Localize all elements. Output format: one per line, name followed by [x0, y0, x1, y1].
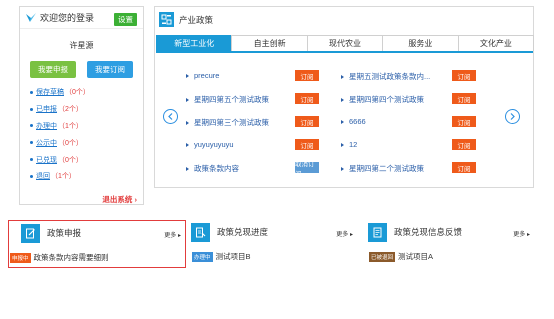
card-item[interactable]: 申报中 政策条款内容需要细则: [10, 252, 109, 263]
policy-item[interactable]: precure: [186, 71, 219, 80]
policy-apply-card: 政策申报 更多 ▸ 申报中 政策条款内容需要细则: [8, 220, 186, 268]
status-badge: 申报中: [10, 252, 31, 263]
apply-button[interactable]: 我要申报: [30, 61, 76, 78]
policy-progress-card: 政策兑现进度 更多 ▸ 办理中 测试项目B: [191, 220, 357, 268]
card-title: 政策申报: [47, 228, 82, 238]
bullet-icon: [30, 141, 33, 145]
login-panel: 欢迎您的登录 设置 许星源 我要申报 我要订阅 保存草稿 （0个） 已申报 （2个）…: [19, 6, 144, 205]
policy-item[interactable]: 6666: [341, 117, 366, 126]
card-header: 政策兑现信息反馈: [368, 220, 534, 244]
triangle-bullet-icon: [186, 142, 189, 147]
policy-panel: 产业政策 新型工业化 自主创新 现代农业 服务业 文化产业 precure 订阅…: [154, 6, 535, 188]
policy-item[interactable]: 星期五测试政策条款内...: [341, 71, 430, 82]
tab-cultural-industry[interactable]: 文化产业: [457, 35, 535, 51]
next-arrow-icon[interactable]: [505, 109, 520, 124]
policy-item[interactable]: 星期四第三个测试政策: [186, 117, 269, 128]
status-item-publicizing[interactable]: 公示中 （0个）: [30, 134, 90, 151]
card-title: 政策兑现进度: [217, 227, 269, 237]
card-item-text: 政策条款内容需要细则: [33, 253, 109, 262]
tab-new-industrialization[interactable]: 新型工业化: [156, 35, 233, 51]
login-title: 欢迎您的登录: [40, 13, 95, 23]
edit-document-icon: [21, 223, 40, 243]
bullet-icon: [30, 174, 33, 178]
more-link[interactable]: 更多 ▸: [164, 230, 181, 239]
policy-item[interactable]: 政策条款内容: [186, 163, 239, 174]
policy-item[interactable]: yuyuyuyuyu: [186, 140, 234, 149]
settings-button[interactable]: 设置: [114, 13, 137, 26]
policy-title: 产业政策: [179, 14, 214, 25]
subscribe-tag[interactable]: 订阅: [452, 70, 476, 81]
tab-service-industry[interactable]: 服务业: [382, 35, 459, 51]
logout-link[interactable]: 退出系统 ›: [102, 194, 137, 205]
policy-item[interactable]: 星期四第五个测试政策: [186, 94, 269, 105]
progress-document-icon: [191, 222, 210, 242]
policy-header: 产业政策: [155, 7, 533, 32]
triangle-bullet-icon: [186, 73, 189, 78]
status-item-returned[interactable]: 退回 （1个）: [30, 168, 90, 185]
triangle-bullet-icon: [186, 166, 189, 171]
card-item-text: 测试项目A: [398, 252, 434, 261]
triangle-bullet-icon: [341, 166, 344, 171]
policy-item[interactable]: 12: [341, 140, 357, 149]
chevron-right-icon: ›: [134, 195, 138, 204]
card-header: 政策兑现进度: [191, 220, 357, 244]
triangle-bullet-icon: [186, 120, 189, 125]
card-item[interactable]: 办理中 测试项目B: [192, 251, 251, 262]
card-item-text: 测试项目B: [215, 252, 251, 261]
subscribe-tag[interactable]: 订阅: [452, 139, 476, 150]
status-list: 保存草稿 （0个） 已申报 （2个） 办理中 （1个） 公示中 （0个） 已兑现 （0个）…: [30, 84, 90, 185]
card-title: 政策兑现信息反馈: [394, 227, 463, 237]
triangle-bullet-icon: [341, 142, 344, 147]
triangle-bullet-icon: [341, 74, 344, 79]
subscribe-tag[interactable]: 订阅: [452, 162, 476, 173]
subscribe-tag[interactable]: 订阅: [295, 70, 319, 81]
card-item[interactable]: 已被退回 测试项目A: [369, 251, 433, 262]
bullet-icon: [30, 158, 33, 162]
logo-icon: [26, 12, 36, 22]
chevron-right-icon: ▸: [349, 232, 353, 238]
triangle-bullet-icon: [186, 97, 189, 102]
status-item-declared[interactable]: 已申报 （2个）: [30, 101, 90, 118]
policy-item[interactable]: 星期四第二个测试政策: [341, 163, 424, 174]
tab-independent-innovation[interactable]: 自主创新: [231, 35, 308, 51]
subscribe-tag[interactable]: 订阅: [295, 116, 319, 127]
policy-feedback-card: 政策兑现信息反馈 更多 ▸ 已被退回 测试项目A: [368, 220, 534, 268]
triangle-bullet-icon: [341, 97, 344, 102]
tab-modern-agriculture[interactable]: 现代农业: [306, 35, 384, 51]
more-link[interactable]: 更多 ▸: [513, 229, 530, 238]
bullet-icon: [30, 107, 33, 111]
subscribe-tag[interactable]: 订阅: [295, 139, 319, 150]
chevron-right-icon: ▸: [177, 233, 181, 239]
status-item-draft[interactable]: 保存草稿 （0个）: [30, 84, 90, 101]
status-badge: 已被退回: [369, 251, 396, 262]
bullet-icon: [30, 90, 33, 94]
feedback-document-icon: [368, 222, 387, 242]
policy-item[interactable]: 星期四第四个测试政策: [341, 94, 424, 105]
status-item-redeemed[interactable]: 已兑现 （0个）: [30, 151, 90, 168]
subscribe-tag[interactable]: 订阅: [452, 116, 476, 127]
chevron-right-icon: ▸: [526, 232, 530, 238]
triangle-bullet-icon: [341, 119, 344, 124]
more-link[interactable]: 更多 ▸: [336, 229, 353, 238]
subscribe-tag[interactable]: 订阅: [452, 93, 476, 104]
bullet-icon: [30, 124, 33, 128]
policy-tabs: 新型工业化 自主创新 现代农业 服务业 文化产业: [156, 35, 535, 53]
subscribe-tag[interactable]: 订阅: [295, 93, 319, 104]
subscribe-button[interactable]: 我要订阅: [87, 61, 133, 78]
username: 许星源: [69, 41, 94, 50]
policy-icon: [159, 12, 174, 27]
card-header: 政策申报: [9, 221, 185, 245]
prev-arrow-icon[interactable]: [163, 109, 178, 124]
unsubscribe-tag[interactable]: 取消订阅: [295, 161, 319, 178]
status-item-processing[interactable]: 办理中 （1个）: [30, 118, 90, 135]
status-badge: 办理中: [192, 251, 213, 262]
